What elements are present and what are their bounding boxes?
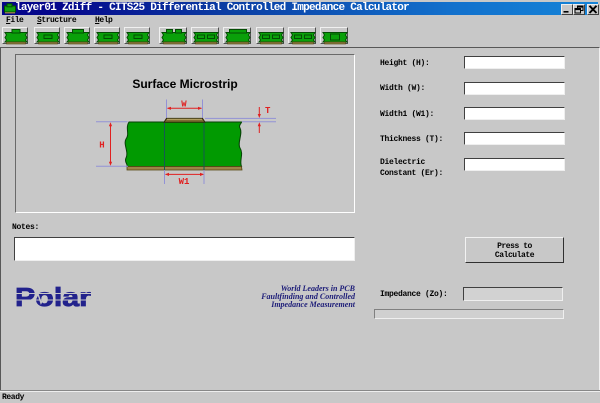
- svg-text:W1: W1: [179, 177, 190, 187]
- svg-text:Polar: Polar: [15, 286, 91, 308]
- svg-text:H: H: [99, 141, 104, 151]
- svg-text:T: T: [265, 106, 271, 116]
- svg-text:W: W: [181, 100, 187, 110]
